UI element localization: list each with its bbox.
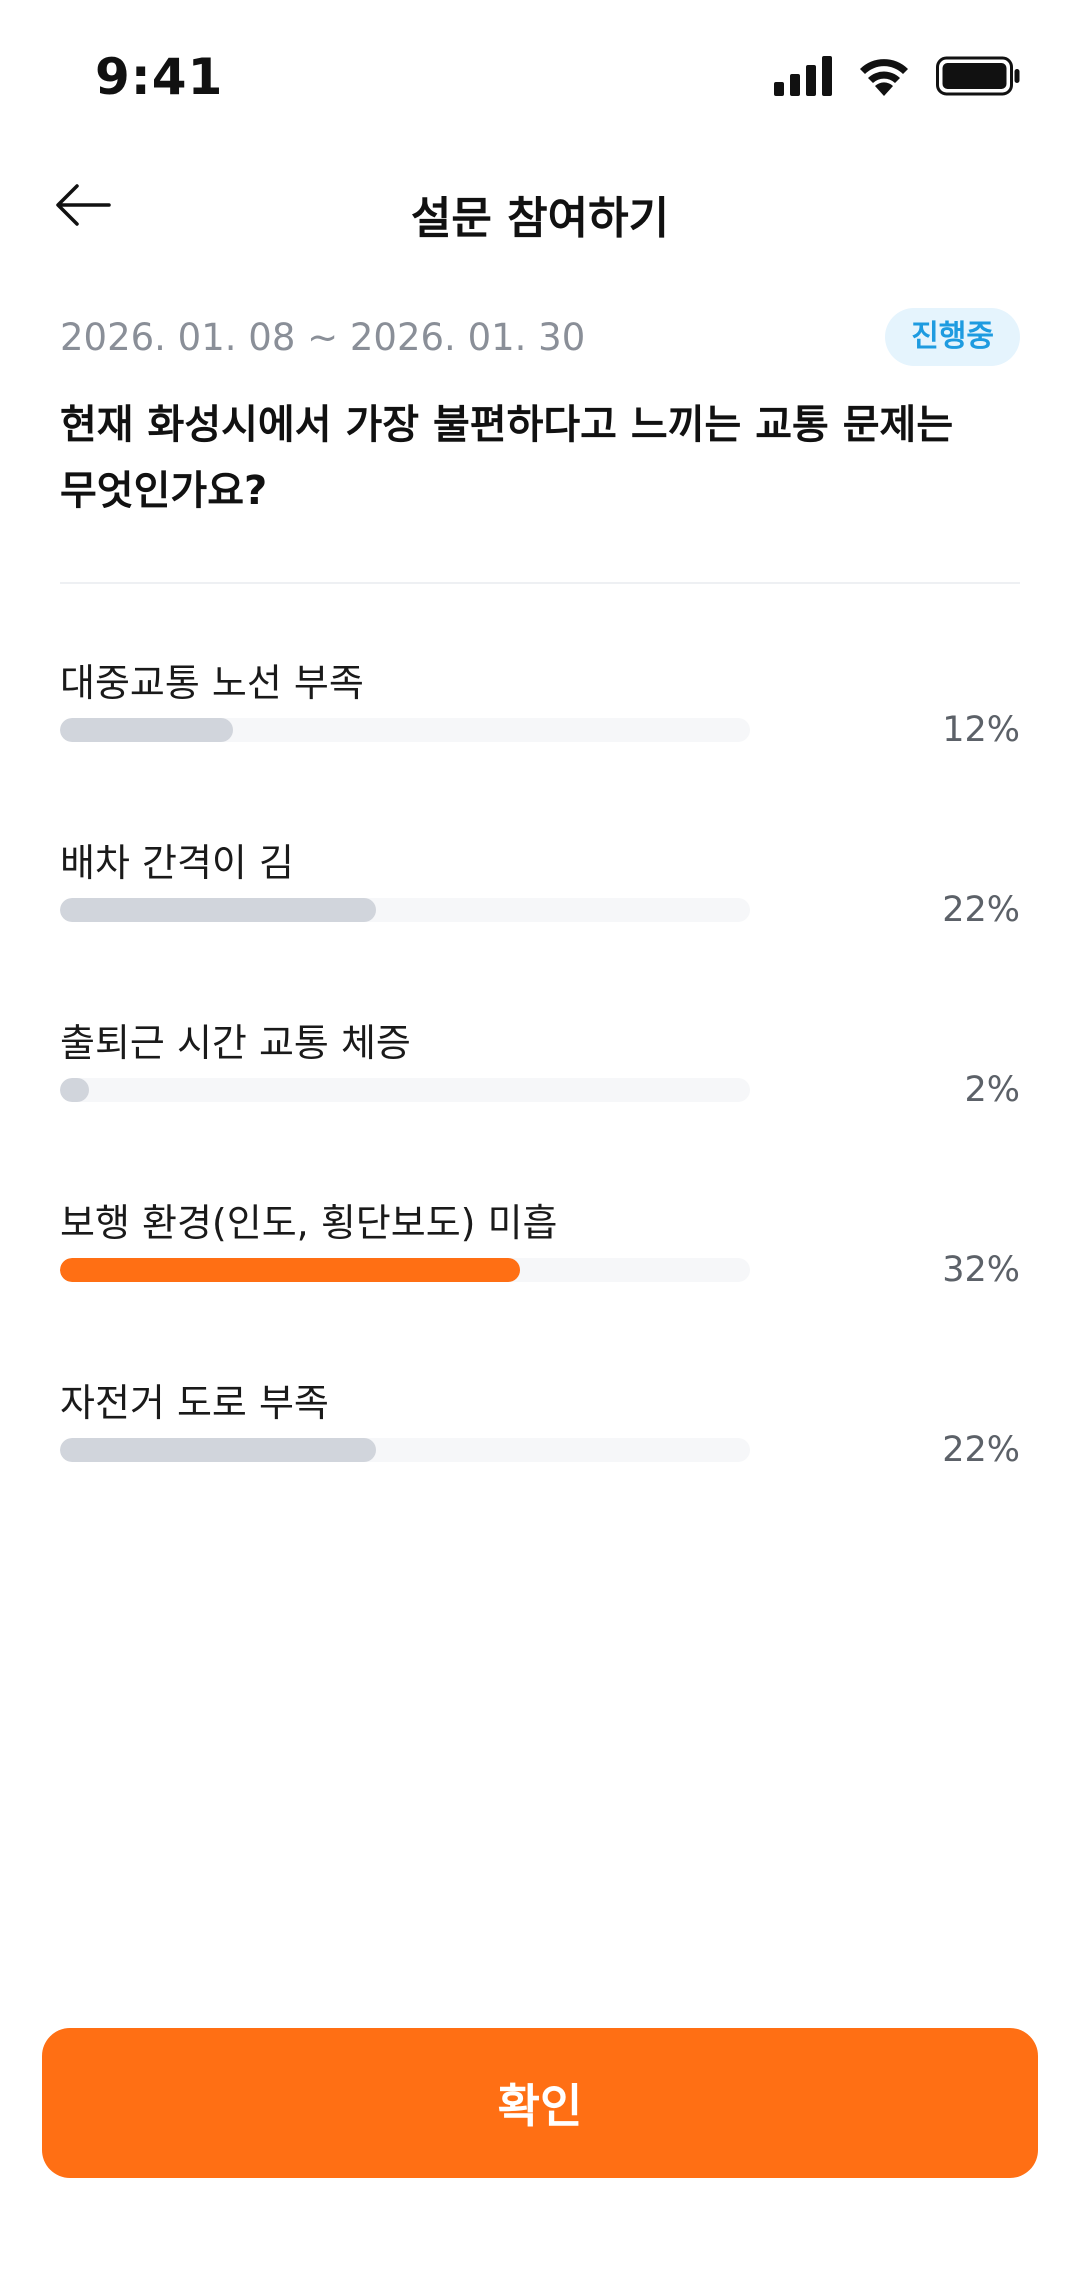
status-badge: 진행중 [885, 308, 1020, 366]
option-percent: 2% [964, 1070, 1020, 1110]
wifi-icon [860, 59, 908, 96]
progress-track [60, 1258, 750, 1282]
progress-track [60, 898, 750, 922]
option-percent: 22% [942, 1430, 1020, 1470]
page-title: 설문 참여하기 [410, 193, 670, 244]
status-time: 9:41 [95, 48, 224, 106]
progress-fill [60, 898, 376, 922]
progress-fill [60, 1258, 520, 1282]
option-percent: 32% [942, 1250, 1020, 1290]
options-list: 대중교통 노선 부족 12% 배차 간격이 김 22% 출퇴근 시간 교통 체증… [60, 652, 1020, 1552]
progress-track [60, 1438, 750, 1462]
option-label: 출퇴근 시간 교통 체증 [60, 1021, 411, 1065]
divider [60, 582, 1020, 584]
option-percent: 12% [942, 710, 1020, 750]
progress-fill [60, 1438, 376, 1462]
survey-question: 현재 화성시에서 가장 불편하다고 느끼는 교통 문제는 무엇인가요? [60, 402, 954, 514]
option-item-selected[interactable]: 보행 환경(인도, 횡단보도) 미흡 32% [60, 1192, 1020, 1372]
option-item[interactable]: 배차 간격이 김 22% [60, 832, 1020, 1012]
option-item[interactable]: 대중교통 노선 부족 12% [60, 652, 1020, 832]
progress-track [60, 1078, 750, 1102]
progress-track [60, 718, 750, 742]
confirm-button[interactable]: 확인 [42, 2028, 1038, 2178]
survey-date-range: 2026. 01. 08 ~ 2026. 01. 30 [60, 316, 586, 359]
signal-icon [774, 56, 832, 96]
option-label: 보행 환경(인도, 횡단보도) 미흡 [60, 1201, 558, 1245]
option-percent: 22% [942, 890, 1020, 930]
option-label: 자전거 도로 부족 [60, 1381, 329, 1425]
progress-fill [60, 718, 233, 742]
status-bar: 9:41 [0, 0, 1080, 150]
option-item[interactable]: 출퇴근 시간 교통 체증 2% [60, 1012, 1020, 1192]
status-icons [774, 56, 1020, 96]
option-item[interactable]: 자전거 도로 부족 22% [60, 1372, 1020, 1552]
option-label: 배차 간격이 김 [60, 841, 294, 885]
nav-bar: 설문 참여하기 [0, 160, 1080, 260]
progress-fill [60, 1078, 89, 1102]
battery-icon [936, 56, 1020, 96]
survey-meta: 2026. 01. 08 ~ 2026. 01. 30 진행중 [60, 308, 1020, 368]
option-label: 대중교통 노선 부족 [60, 661, 364, 705]
